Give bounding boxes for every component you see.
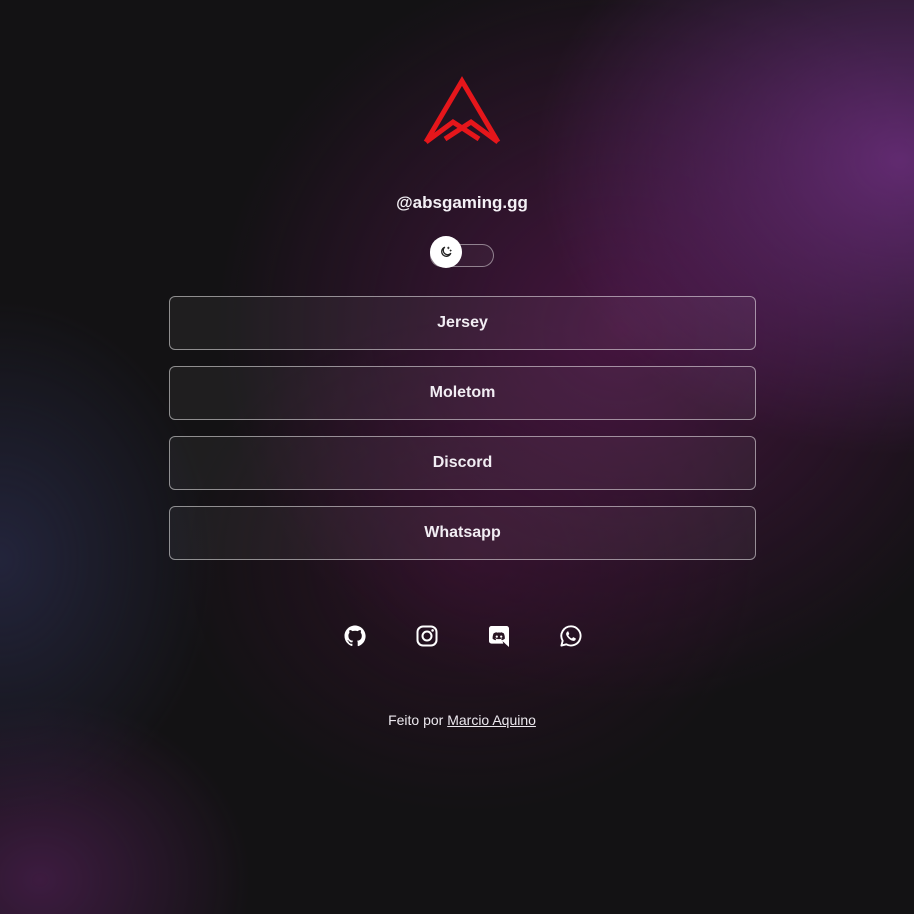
whatsapp-icon[interactable]	[559, 624, 583, 648]
github-icon[interactable]	[343, 624, 367, 648]
link-label: Discord	[432, 454, 493, 471]
footer-prefix: Feito por	[388, 712, 444, 728]
whatsapp-link-button[interactable]: Whatsapp	[169, 506, 756, 560]
profile-handle: @absgaming.gg	[396, 193, 528, 212]
link-list: Jersey Moletom Discord Whatsapp	[169, 296, 756, 576]
link-label: Jersey	[437, 314, 488, 331]
link-label: Whatsapp	[424, 524, 501, 541]
moon-icon	[441, 246, 452, 257]
theme-toggle[interactable]	[430, 236, 494, 268]
link-label: Moletom	[429, 384, 496, 401]
social-links	[0, 624, 914, 650]
discord-link-button[interactable]: Discord	[169, 436, 756, 490]
author-link[interactable]: Marcio Aquino	[447, 712, 536, 728]
discord-icon[interactable]	[487, 624, 511, 648]
abs-logo	[423, 76, 501, 145]
footer-credit: Feito por Marcio Aquino	[0, 712, 914, 728]
jersey-link-button[interactable]: Jersey	[169, 296, 756, 350]
moletom-link-button[interactable]: Moletom	[169, 366, 756, 420]
toggle-knob[interactable]	[430, 236, 462, 268]
instagram-icon[interactable]	[415, 624, 439, 648]
